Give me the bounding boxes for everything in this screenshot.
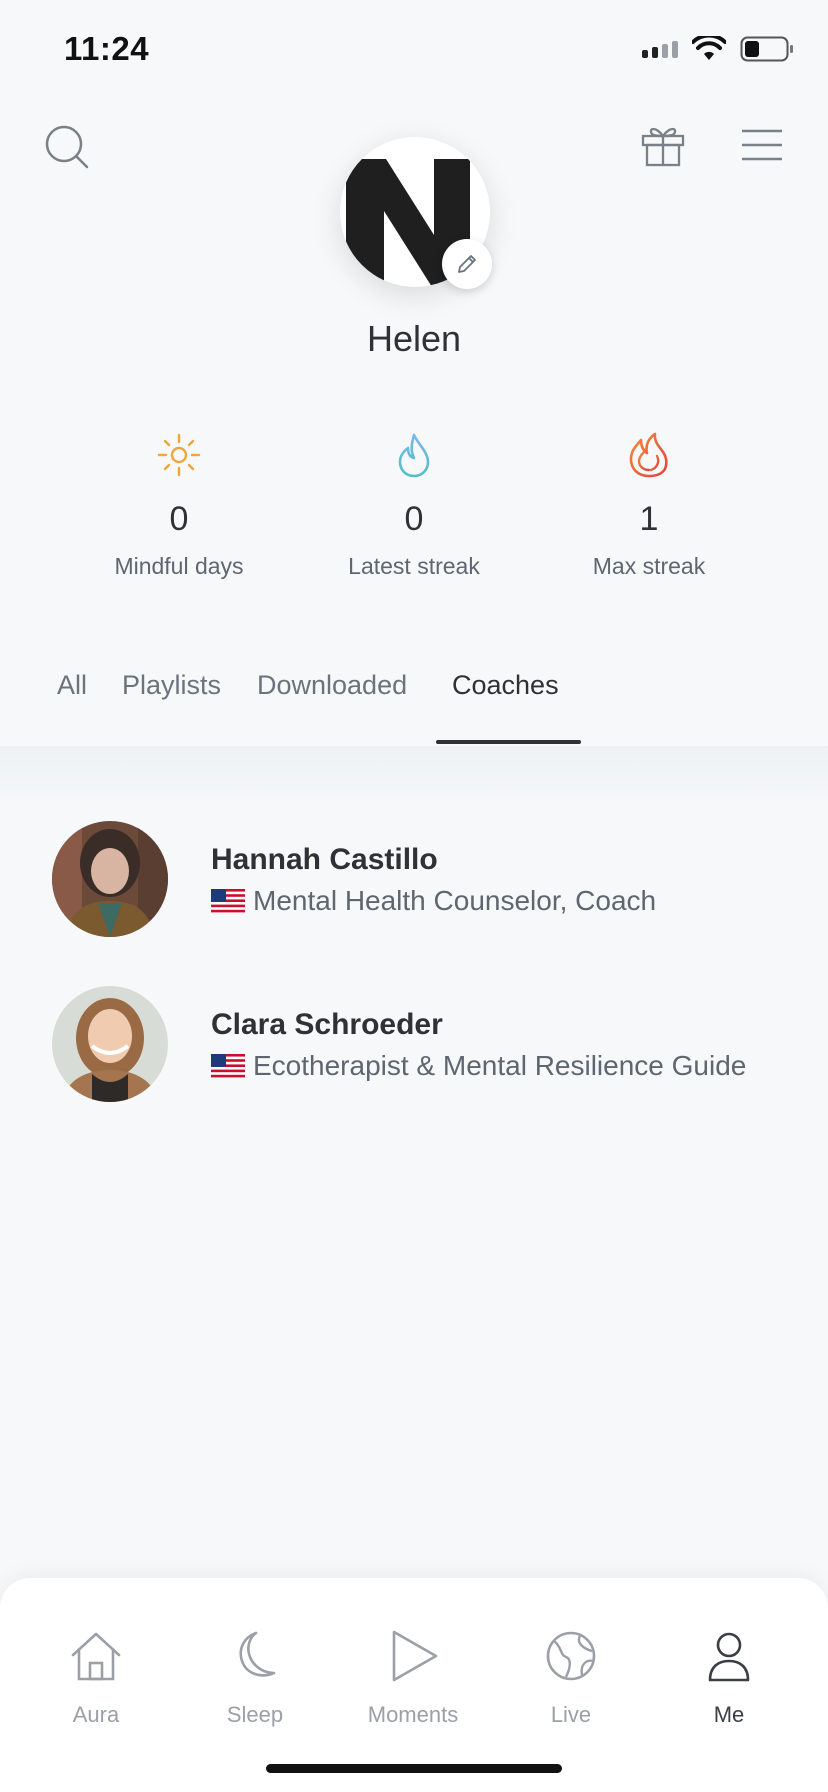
tab-coaches[interactable]: Coaches — [452, 670, 559, 746]
stat-latest-streak: 0 Latest streak — [304, 430, 524, 580]
globe-icon — [546, 1631, 596, 1681]
status-time: 11:24 — [64, 30, 150, 67]
stat-mindful-days: 0 Mindful days — [69, 430, 289, 580]
us-flag-icon — [211, 889, 245, 913]
drop-flame-icon — [398, 433, 430, 478]
stat-value: 1 — [639, 500, 659, 538]
flame-icon — [629, 432, 668, 478]
bottom-nav: Aura Sleep Moments Live Me — [0, 1578, 828, 1792]
active-tab-indicator — [436, 740, 581, 744]
nav-label: Aura — [72, 1702, 120, 1727]
sun-icon — [157, 433, 201, 477]
home-icon — [71, 1632, 121, 1681]
gift-icon[interactable] — [640, 122, 686, 168]
profile-name: Helen — [366, 318, 462, 359]
stat-label: Mindful days — [114, 553, 244, 579]
edit-avatar-button[interactable] — [442, 239, 492, 289]
nav-live[interactable]: Live — [501, 1626, 641, 1728]
status-icons — [642, 36, 794, 62]
nav-label: Live — [550, 1702, 592, 1727]
coach-role: Ecotherapist & Mental Resilience Guide — [253, 1050, 747, 1081]
search-icon[interactable] — [44, 124, 90, 170]
coach-name: Hannah Castillo — [211, 843, 438, 876]
stat-label: Latest streak — [348, 553, 480, 579]
moon-icon — [239, 1631, 276, 1677]
stat-max-streak: 1 Max streak — [539, 430, 759, 580]
stat-value: 0 — [404, 500, 424, 538]
coach-photo — [52, 986, 168, 1102]
home-indicator — [266, 1764, 562, 1773]
nav-moments[interactable]: Moments — [343, 1626, 483, 1728]
library-tabs: All Playlists Downloaded Coaches — [0, 670, 828, 746]
tab-all[interactable]: All — [57, 670, 87, 746]
coaches-list: Hannah Castillo Mental Health Counselor,… — [0, 746, 828, 1576]
nav-sleep[interactable]: Sleep — [185, 1626, 325, 1728]
stat-value: 0 — [169, 500, 189, 538]
list-item[interactable]: Clara Schroeder Ecotherapist & Mental Re… — [52, 986, 792, 1102]
coach-role: Mental Health Counselor, Coach — [253, 885, 657, 916]
list-item[interactable]: Hannah Castillo Mental Health Counselor,… — [52, 821, 792, 937]
nav-label: Sleep — [226, 1702, 284, 1727]
person-icon — [708, 1632, 750, 1682]
battery-icon — [740, 36, 793, 62]
profile-avatar[interactable] — [340, 137, 492, 289]
nav-me[interactable]: Me — [659, 1626, 799, 1728]
cellular-signal-icon — [642, 40, 678, 58]
status-bar: 11:24 — [0, 0, 828, 100]
tab-playlists[interactable]: Playlists — [122, 670, 221, 746]
tab-downloaded[interactable]: Downloaded — [257, 670, 407, 746]
wifi-icon — [692, 36, 726, 60]
nav-aura[interactable]: Aura — [26, 1626, 166, 1728]
menu-icon[interactable] — [740, 128, 784, 162]
play-icon — [392, 1630, 438, 1682]
stat-label: Max streak — [592, 553, 706, 579]
us-flag-icon — [211, 1054, 245, 1078]
nav-label: Moments — [367, 1702, 459, 1727]
coach-name: Clara Schroeder — [211, 1008, 443, 1041]
pencil-icon — [458, 255, 476, 273]
nav-label: Me — [713, 1702, 745, 1727]
coach-photo — [52, 821, 168, 937]
